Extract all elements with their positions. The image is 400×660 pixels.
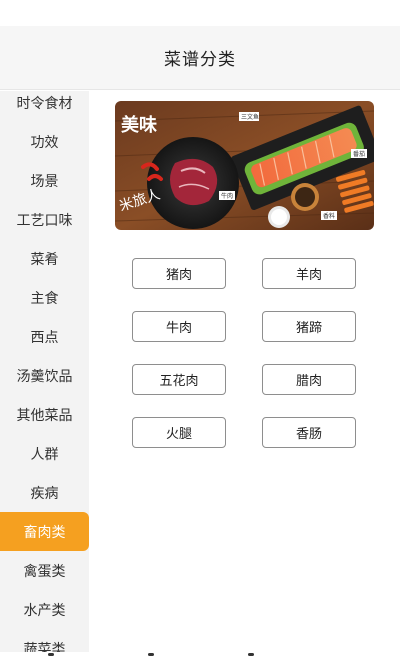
banner-tag-2: 牛肉 [221,192,233,200]
sidebar-item-seafood[interactable]: 水产类 [0,590,89,629]
sidebar-item-other[interactable]: 其他菜品 [0,395,89,434]
category-button-pork[interactable]: 猪肉 [132,258,226,289]
category-sidebar[interactable]: 时令食材 功效 场景 工艺口味 菜肴 主食 西点 汤羹饮品 其他菜品 人群 疾病… [0,91,89,660]
category-button-pork-belly[interactable]: 五花肉 [132,364,226,395]
category-button-pig-trotter[interactable]: 猪蹄 [262,311,356,342]
category-button-sausage[interactable]: 香肠 [262,417,356,448]
sidebar-item-dishes[interactable]: 菜肴 [0,239,89,278]
app-header: 菜谱分类 [0,26,400,90]
sidebar-item-livestock-meat[interactable]: 畜肉类 [0,512,89,551]
nav-indicator-icon [48,653,54,656]
banner-tag-3: 香料 [323,212,335,220]
bottom-navigation-edge [0,652,400,660]
category-button-cured-meat[interactable]: 腊肉 [262,364,356,395]
banner-tag-1: 三文鱼 [241,113,259,121]
banner-image[interactable]: 美味 米旅人 三文鱼 牛肉 香料 番茄 [115,101,374,230]
sidebar-item-efficacy[interactable]: 功效 [0,122,89,161]
category-button-lamb[interactable]: 羊肉 [262,258,356,289]
nav-indicator-icon [148,653,154,656]
sidebar-item-soup-drinks[interactable]: 汤羹饮品 [0,356,89,395]
nav-indicator-icon [248,653,254,656]
main-content: 美味 米旅人 三文鱼 牛肉 香料 番茄 猪肉 羊肉 牛肉 猪蹄 五花肉 腊肉 火… [89,91,400,660]
banner-tag-4: 番茄 [353,150,365,158]
category-button-ham[interactable]: 火腿 [132,417,226,448]
meat-banner-illustration: 美味 米旅人 三文鱼 牛肉 香料 番茄 [115,101,374,230]
page-title: 菜谱分类 [164,50,236,70]
sidebar-item-poultry-eggs[interactable]: 禽蛋类 [0,551,89,590]
sidebar-item-disease[interactable]: 疾病 [0,473,89,512]
banner-brand-text: 美味 [121,114,157,136]
sidebar-item-staple[interactable]: 主食 [0,278,89,317]
status-bar [0,0,400,26]
sidebar-item-pastry[interactable]: 西点 [0,317,89,356]
sidebar-item-people[interactable]: 人群 [0,434,89,473]
category-button-beef[interactable]: 牛肉 [132,311,226,342]
sidebar-list: 时令食材 功效 场景 工艺口味 菜肴 主食 西点 汤羹饮品 其他菜品 人群 疾病… [0,91,89,660]
sidebar-item-craft-flavor[interactable]: 工艺口味 [0,200,89,239]
sidebar-item-seasonal[interactable]: 时令食材 [0,91,89,122]
sidebar-item-scene[interactable]: 场景 [0,161,89,200]
